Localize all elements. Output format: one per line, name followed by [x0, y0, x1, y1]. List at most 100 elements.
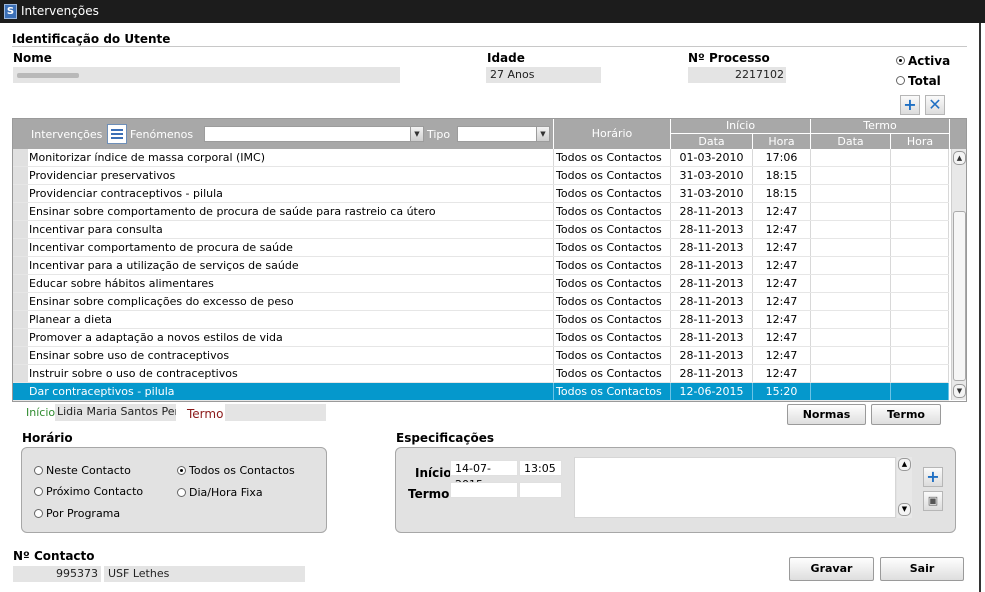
specs-end-hour[interactable]: [519, 482, 562, 498]
type-label: Tipo: [427, 128, 451, 141]
table-cell: 12:47: [753, 347, 811, 364]
add-spec-button[interactable]: +: [923, 467, 943, 487]
process-label: Nº Processo: [688, 51, 770, 65]
table-row[interactable]: Incentivar para a utilização de serviços…: [13, 257, 949, 275]
filter-active-radio[interactable]: Activa: [896, 53, 950, 68]
type-select[interactable]: ▼: [457, 126, 550, 142]
save-spec-button[interactable]: ▣: [923, 491, 943, 511]
row-marker[interactable]: [13, 347, 28, 364]
interventions-header-label: Intervenções: [31, 128, 103, 141]
table-row[interactable]: Educar sobre hábitos alimentares Todos os…: [13, 275, 949, 293]
table-row[interactable]: Ensinar sobre uso de contraceptivos Todos…: [13, 347, 949, 365]
table-cell: [891, 203, 949, 220]
row-marker[interactable]: [13, 149, 28, 166]
row-marker[interactable]: [13, 221, 28, 238]
table-row[interactable]: Incentivar comportamento de procura de s…: [13, 239, 949, 257]
filter-total-radio[interactable]: Total: [896, 73, 941, 88]
schedule-option-by-program[interactable]: Por Programa: [34, 506, 120, 520]
table-row[interactable]: Incentivar para consulta Todos os Contact…: [13, 221, 949, 239]
schedule-option-fixed-datetime[interactable]: Dia/Hora Fixa: [177, 485, 263, 499]
phenomena-select[interactable]: ▼: [204, 126, 424, 142]
table-cell: Incentivar para a utilização de serviços…: [29, 257, 554, 274]
table-row[interactable]: Ensinar sobre complicações do excesso de…: [13, 293, 949, 311]
grid-header-start: Início: [671, 119, 810, 133]
grid-header-schedule: Horário: [554, 119, 670, 149]
schedule-title: Horário: [22, 431, 73, 445]
row-marker[interactable]: [13, 203, 28, 220]
table-cell: 15:20: [753, 383, 811, 400]
table-cell: Todos os Contactos: [554, 275, 671, 292]
row-marker[interactable]: [13, 239, 28, 256]
schedule-option-all-contacts[interactable]: Todos os Contactos: [177, 463, 295, 477]
table-cell: Todos os Contactos: [554, 167, 671, 184]
row-marker[interactable]: [13, 311, 28, 328]
table-row[interactable]: Providenciar contraceptivos - pilula Todo…: [13, 185, 949, 203]
table-cell: Incentivar comportamento de procura de s…: [29, 239, 554, 256]
radio-icon: [177, 487, 186, 497]
table-cell: 31-03-2010: [671, 185, 753, 202]
end-user-field: [225, 404, 326, 421]
row-marker[interactable]: [13, 383, 28, 400]
specs-start-hour[interactable]: 13:05: [519, 460, 562, 476]
row-marker[interactable]: [13, 257, 28, 274]
table-cell: 12:47: [753, 311, 811, 328]
specs-scrollbar[interactable]: ▲ ▼: [897, 457, 912, 518]
table-cell: [811, 347, 891, 364]
table-cell: [891, 347, 949, 364]
table-cell: 12-06-2015: [671, 383, 753, 400]
add-intervention-button[interactable]: +: [900, 95, 920, 115]
grid-corner: [13, 119, 28, 149]
normas-button[interactable]: Normas: [787, 404, 866, 425]
scroll-up-icon[interactable]: ▲: [953, 151, 966, 165]
list-icon[interactable]: [107, 124, 127, 144]
exit-button[interactable]: Sair: [880, 557, 964, 581]
table-cell: Ensinar sobre complicações do excesso de…: [29, 293, 554, 310]
specs-notes-textarea[interactable]: [574, 457, 896, 518]
schedule-option-next-contact[interactable]: Próximo Contacto: [34, 484, 143, 498]
row-marker[interactable]: [13, 293, 28, 310]
table-cell: Ensinar sobre uso de contraceptivos: [29, 347, 554, 364]
table-row[interactable]: Ensinar sobre comportamento de procura d…: [13, 203, 949, 221]
process-field: 2217102: [688, 67, 786, 83]
table-cell: [811, 167, 891, 184]
row-marker[interactable]: [13, 275, 28, 292]
plus-icon: +: [903, 95, 917, 114]
grid-header-start-hour: Hora: [753, 134, 810, 149]
table-cell: [811, 329, 891, 346]
table-cell: Todos os Contactos: [554, 185, 671, 202]
table-cell: [891, 365, 949, 382]
grid-header-scroll-corner: [950, 119, 966, 149]
table-cell: Planear a dieta: [29, 311, 554, 328]
table-row[interactable]: Instruir sobre o uso de contraceptivos To…: [13, 365, 949, 383]
table-cell: 12:47: [753, 203, 811, 220]
grid-scrollbar[interactable]: ▲ ▼: [951, 149, 966, 400]
specs-start-date[interactable]: 14-07-2015: [450, 460, 518, 491]
remove-intervention-button[interactable]: ✕: [925, 95, 945, 115]
identification-title: Identificação do Utente: [12, 32, 171, 46]
specs-start-label: Início: [415, 466, 452, 480]
table-row[interactable]: Dar contraceptivos - pilula Todos os Cont…: [13, 383, 949, 401]
save-button[interactable]: Gravar: [789, 557, 874, 581]
row-marker[interactable]: [13, 185, 28, 202]
scroll-up-icon[interactable]: ▲: [898, 458, 911, 471]
table-cell: 17:06: [753, 149, 811, 166]
table-row[interactable]: Planear a dieta Todos os Contactos 28-11-2…: [13, 311, 949, 329]
save-icon: ▣: [927, 494, 939, 507]
table-cell: 12:47: [753, 257, 811, 274]
table-cell: Todos os Contactos: [554, 149, 671, 166]
specs-end-date[interactable]: [450, 482, 518, 498]
schedule-option-this-contact[interactable]: Neste Contacto: [34, 463, 131, 477]
name-field: [13, 67, 400, 83]
row-marker[interactable]: [13, 365, 28, 382]
table-cell: Instruir sobre o uso de contraceptivos: [29, 365, 554, 382]
row-marker[interactable]: [13, 329, 28, 346]
scroll-down-icon[interactable]: ▼: [953, 384, 966, 398]
termo-button[interactable]: Termo: [871, 404, 941, 425]
table-row[interactable]: Promover a adaptação a novos estilos de …: [13, 329, 949, 347]
scroll-thumb[interactable]: [953, 211, 966, 381]
table-row[interactable]: Monitorizar índice de massa corporal (IM…: [13, 149, 949, 167]
table-row[interactable]: Providenciar preservativos Todos os Conta…: [13, 167, 949, 185]
scroll-down-icon[interactable]: ▼: [898, 503, 911, 516]
table-cell: Providenciar contraceptivos - pilula: [29, 185, 554, 202]
row-marker[interactable]: [13, 167, 28, 184]
